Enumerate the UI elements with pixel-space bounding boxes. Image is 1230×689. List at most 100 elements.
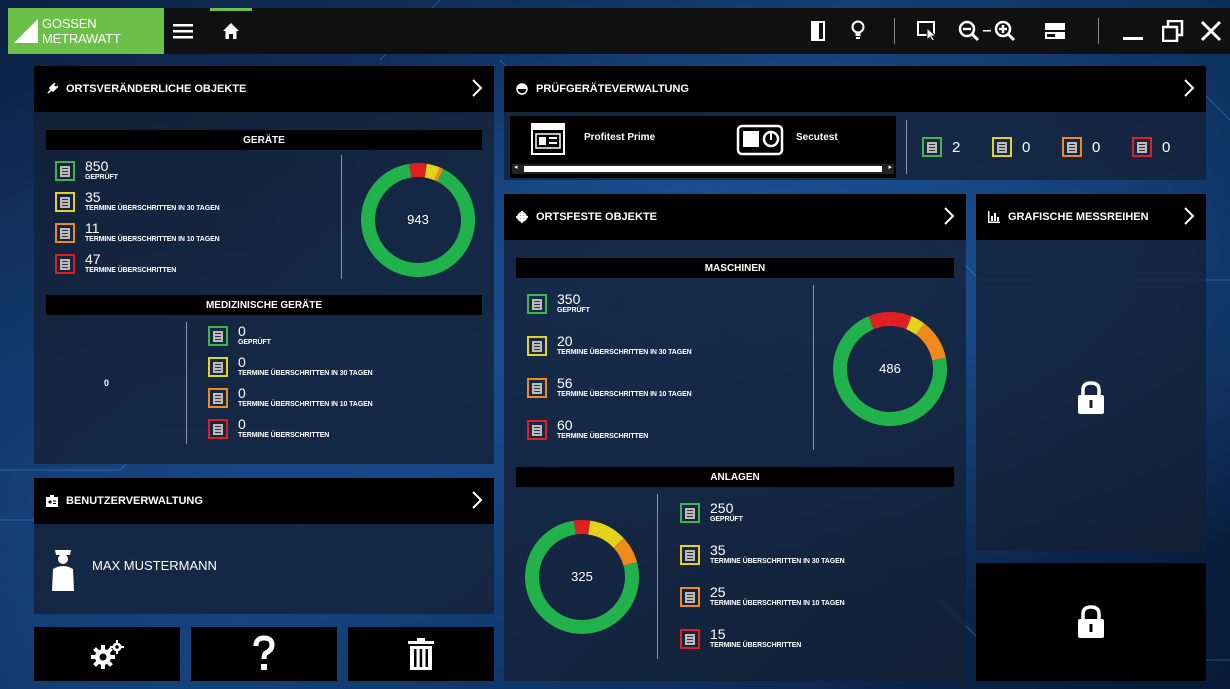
device-status-icon — [680, 629, 700, 649]
stat-label: TERMINE ÜBERSCHRITTEN IN 30 TAGEN — [85, 205, 220, 212]
count-number: 0 — [1092, 139, 1101, 156]
device-status-icon — [208, 388, 228, 408]
geraete-total: 943 — [407, 212, 429, 227]
stat-label: TERMINE ÜBERSCHRITTEN IN 10 TAGEN — [710, 600, 845, 607]
stat-row[interactable]: 47 TERMINE ÜBERSCHRITTEN — [55, 252, 176, 276]
stat-row[interactable]: 60 TERMINE ÜBERSCHRITTEN — [527, 418, 648, 442]
device-status-icon — [208, 326, 228, 346]
lightbulb-icon[interactable] — [846, 8, 870, 54]
menu-icon[interactable] — [168, 8, 198, 54]
restore-icon[interactable] — [1158, 8, 1188, 54]
stat-row[interactable]: 35 TERMINE ÜBERSCHRITTEN IN 30 TAGEN — [680, 543, 845, 567]
count-number: 0 — [1162, 139, 1171, 156]
divider — [657, 494, 658, 659]
home-icon[interactable] — [210, 8, 252, 54]
locked-tile[interactable] — [976, 563, 1206, 681]
device-name-secutest[interactable]: Secutest — [796, 132, 838, 143]
benutzerverwaltung-header[interactable]: BENUTZERVERWALTUNG — [34, 478, 494, 524]
zoom-in-icon[interactable] — [992, 8, 1018, 54]
stat-text: 850 GEPRÜFT — [85, 159, 118, 183]
select-cursor-icon[interactable] — [914, 8, 942, 54]
device-count[interactable]: 2 — [922, 137, 960, 159]
scroll-left-arrow[interactable]: ◂ — [514, 163, 518, 171]
stat-text: 35 TERMINE ÜBERSCHRITTEN IN 30 TAGEN — [85, 190, 220, 214]
window-layout-icon[interactable] — [1042, 8, 1068, 54]
device-count[interactable]: 0 — [992, 137, 1030, 159]
device-name-profitest[interactable]: Profitest Prime — [584, 132, 655, 143]
stat-row[interactable]: 850 GEPRÜFT — [55, 159, 118, 183]
ortsfeste-objekte-header[interactable]: ORTSFESTE OBJEKTE — [504, 194, 966, 240]
company-logo: GOSSEN METRAWATT — [8, 8, 164, 54]
stat-label: GEPRÜFT — [557, 307, 590, 314]
minimize-icon[interactable] — [1118, 8, 1148, 54]
device-count[interactable]: 0 — [1062, 137, 1100, 159]
stat-row[interactable]: 25 TERMINE ÜBERSCHRITTEN IN 10 TAGEN — [680, 585, 845, 609]
stat-number: 0 — [238, 416, 246, 432]
anlagen-total: 325 — [571, 569, 593, 584]
chevron-right-icon[interactable] — [1182, 78, 1196, 98]
stat-label: GEPRÜFT — [710, 516, 743, 523]
settings-button[interactable] — [34, 627, 180, 681]
plug-icon — [46, 83, 58, 95]
stat-label: TERMINE ÜBERSCHRITTEN IN 30 TAGEN — [238, 370, 373, 377]
help-button[interactable] — [191, 627, 337, 681]
chevron-right-icon[interactable] — [1182, 206, 1196, 226]
logo-triangle — [14, 19, 38, 43]
stat-row[interactable]: 11 TERMINE ÜBERSCHRITTEN IN 10 TAGEN — [55, 221, 220, 245]
stat-text: 350 GEPRÜFT — [557, 292, 590, 316]
device-status-icon — [527, 294, 547, 314]
stat-number: 25 — [710, 584, 726, 600]
stat-number: 56 — [557, 375, 573, 391]
device-status-icon — [1062, 137, 1082, 157]
close-icon[interactable] — [1196, 8, 1226, 54]
stat-row[interactable]: 0 TERMINE ÜBERSCHRITTEN IN 30 TAGEN — [208, 355, 373, 379]
door-icon[interactable] — [806, 8, 830, 54]
stat-row[interactable]: 0 TERMINE ÜBERSCHRITTEN IN 10 TAGEN — [208, 386, 373, 410]
device-status-icon — [55, 254, 75, 274]
stat-text: 0 TERMINE ÜBERSCHRITTEN IN 10 TAGEN — [238, 386, 373, 410]
donut-slice — [613, 538, 637, 567]
device-status-icon — [1132, 137, 1152, 157]
stat-number: 60 — [557, 417, 573, 433]
stat-row[interactable]: 0 GEPRÜFT — [208, 324, 271, 348]
device-status-icon — [922, 137, 942, 157]
donut-slice — [915, 323, 946, 361]
stat-label: TERMINE ÜBERSCHRITTEN IN 30 TAGEN — [710, 558, 845, 565]
chevron-right-icon[interactable] — [470, 78, 484, 98]
gauge-icon — [516, 83, 528, 95]
chevron-right-icon[interactable] — [470, 490, 484, 510]
device-status-icon — [55, 223, 75, 243]
donut-slice — [434, 167, 444, 182]
stat-row[interactable]: 35 TERMINE ÜBERSCHRITTEN IN 30 TAGEN — [55, 190, 220, 214]
stat-number: 250 — [710, 500, 734, 516]
stat-row[interactable]: 250 GEPRÜFT — [680, 501, 743, 525]
stat-row[interactable]: 350 GEPRÜFT — [527, 292, 590, 316]
stat-row[interactable]: 56 TERMINE ÜBERSCHRITTEN IN 10 TAGEN — [527, 376, 692, 400]
stat-row[interactable]: 20 TERMINE ÜBERSCHRITTEN IN 30 TAGEN — [527, 334, 692, 358]
stat-number: 35 — [710, 542, 726, 558]
donut-slice — [573, 520, 591, 535]
id-card-icon — [46, 495, 58, 507]
device-status-icon — [992, 137, 1012, 157]
zoom-out-icon[interactable] — [956, 8, 982, 54]
device-status-icon — [55, 161, 75, 181]
stat-row[interactable]: 0 TERMINE ÜBERSCHRITTEN — [208, 417, 329, 441]
user-name[interactable]: MAX MUSTERMANN — [92, 558, 217, 573]
scroll-right-arrow[interactable]: ▸ — [888, 163, 892, 171]
delete-button[interactable] — [348, 627, 494, 681]
stat-row[interactable]: 15 TERMINE ÜBERSCHRITTEN — [680, 627, 801, 651]
stat-text: 0 TERMINE ÜBERSCHRITTEN — [238, 417, 329, 441]
lock-icon — [1078, 381, 1104, 414]
stat-label: TERMINE ÜBERSCHRITTEN — [85, 267, 177, 274]
stat-number: 15 — [710, 626, 726, 642]
grafische-messreihen-header[interactable]: GRAFISCHE MESSREIHEN — [976, 194, 1206, 240]
device-status-icon — [527, 378, 547, 398]
zoom-separator — [982, 8, 992, 54]
panel-title: PRÜFGERÄTEVERWALTUNG — [536, 83, 689, 95]
carousel-scrollbar[interactable]: ◂ ▸ — [512, 164, 894, 174]
pruefgeraeteverwaltung-header[interactable]: PRÜFGERÄTEVERWALTUNG — [504, 66, 1206, 112]
scrollbar-thumb[interactable] — [524, 166, 882, 172]
device-count[interactable]: 0 — [1132, 137, 1170, 159]
ortsveraenderliche-objekte-header[interactable]: ORTSVERÄNDERLICHE OBJEKTE — [34, 66, 494, 112]
chevron-right-icon[interactable] — [942, 206, 956, 226]
